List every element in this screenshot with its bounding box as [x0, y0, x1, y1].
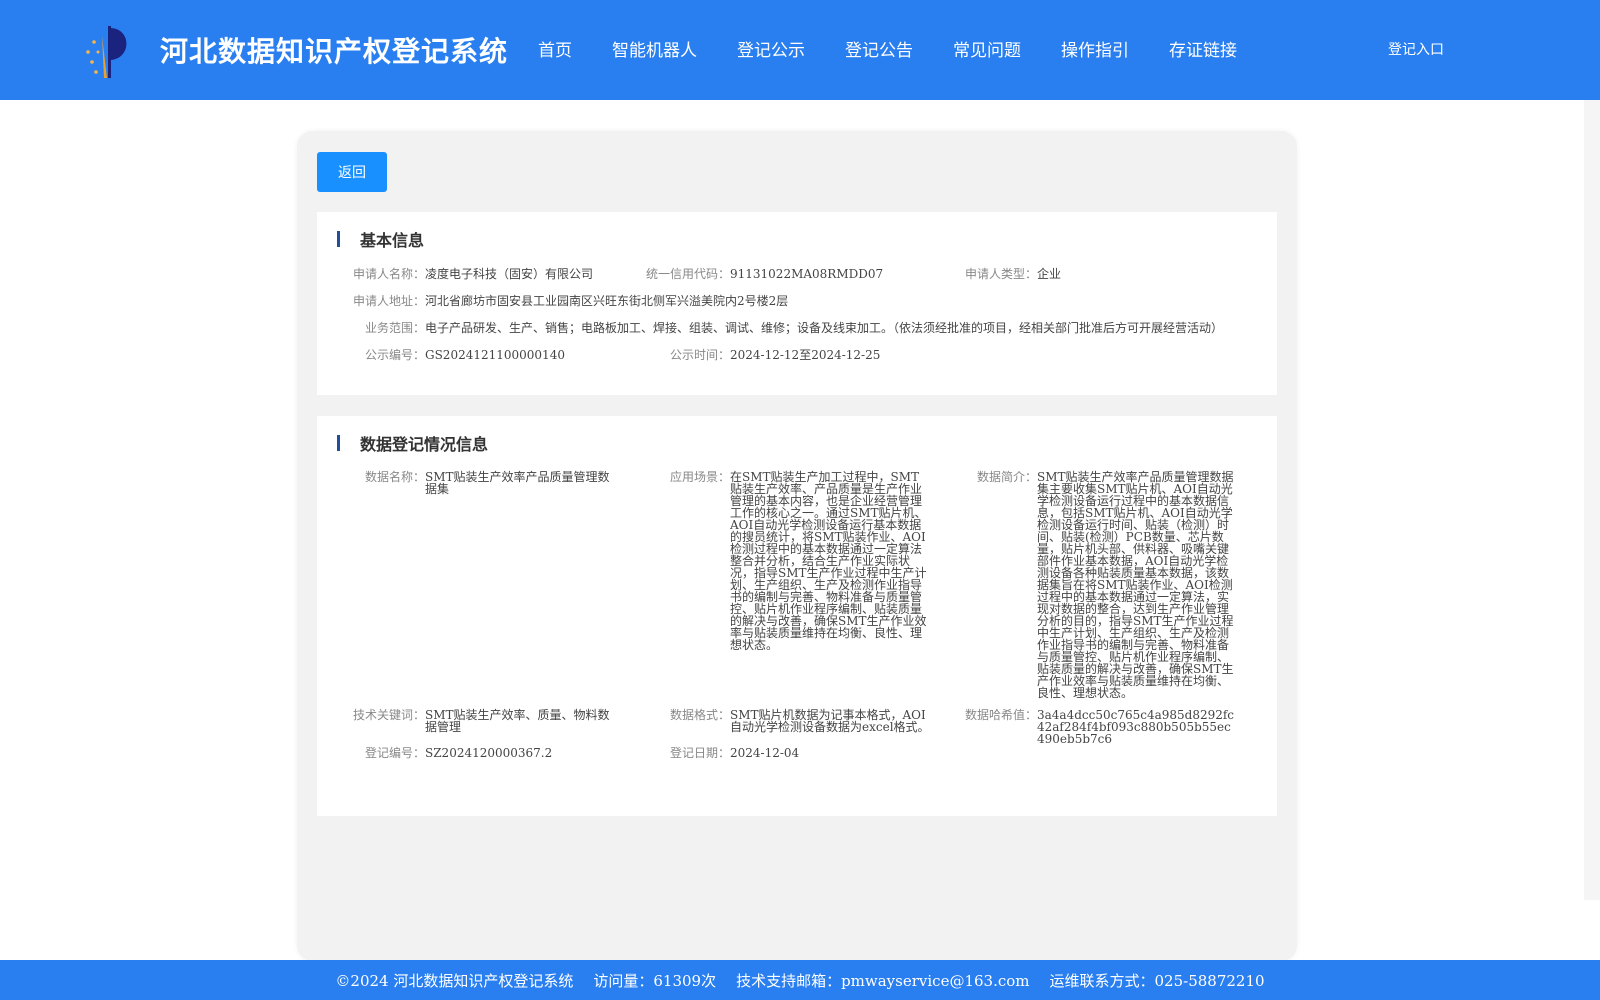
- site-title: 河北数据知识产权登记系统: [160, 35, 509, 68]
- business-scope-label: 业务范围：: [364, 321, 425, 335]
- nav-home[interactable]: 首页: [538, 36, 572, 61]
- data-format-label: 数据格式：: [669, 708, 730, 722]
- nav-robot[interactable]: 智能机器人: [612, 36, 697, 61]
- publicity-time-value: 2024-12-12至2024-12-25: [730, 348, 881, 362]
- title-accent-bar: [337, 435, 340, 451]
- registration-date-value: 2024-12-04: [730, 746, 800, 760]
- address-label: 申请人地址：: [352, 294, 425, 308]
- data-intro-value: SMT贴装生产效率产品质量管理数据集主要收集SMT贴片机、AOI自动光学检测设备…: [1037, 470, 1234, 700]
- data-registration-card: 数据登记情况信息 数据名称： SMT贴装生产效率产品质量管理数据集 应用场景： …: [317, 416, 1277, 816]
- basic-info-card: 基本信息 申请人名称： 凌度电子科技（固安）有限公司 统一信用代码： 91131…: [317, 212, 1277, 395]
- data-registration-header: 数据登记情况信息: [337, 434, 489, 454]
- credit-code-value: 91131022MA08RMDD07: [730, 267, 884, 281]
- nav-evidence-link[interactable]: 存证链接: [1169, 36, 1237, 61]
- data-name-value: SMT贴装生产效率产品质量管理数据集: [425, 470, 610, 496]
- footer-phone: 运维联系方式：025-58872210: [1049, 971, 1265, 990]
- applicant-name-value: 凌度电子科技（固安）有限公司: [425, 267, 594, 281]
- title-accent-bar: [337, 231, 340, 247]
- business-scope-value: 电子产品研发、生产、销售；电路板加工、焊接、组装、调试、维修；设备及线束加工。（…: [425, 321, 1224, 335]
- nav-publicity[interactable]: 登记公示: [737, 36, 805, 61]
- login-link[interactable]: 登记入口: [1388, 39, 1444, 59]
- data-hash-label: 数据哈希值：: [964, 708, 1037, 722]
- page-footer: ©2024 河北数据知识产权登记系统 访问量：61309次 技术支持邮箱：pmw…: [0, 960, 1600, 1000]
- torch-stars-logo-icon[interactable]: [80, 22, 136, 80]
- basic-info-header: 基本信息: [337, 230, 425, 250]
- data-registration-title: 数据登记情况信息: [360, 435, 489, 454]
- page-scrollbar[interactable]: [1584, 100, 1600, 900]
- top-header: 河北数据知识产权登记系统 首页 智能机器人 登记公示 登记公告 常见问题 操作指…: [0, 0, 1600, 100]
- applicant-type-label: 申请人类型：: [964, 267, 1037, 281]
- application-scene-label: 应用场景：: [669, 470, 730, 484]
- nav-guide[interactable]: 操作指引: [1061, 36, 1129, 61]
- tech-keywords-value: SMT贴装生产效率、质量、物料数据管理: [425, 708, 610, 734]
- main-nav: 首页 智能机器人 登记公示 登记公告 常见问题 操作指引 存证链接: [538, 36, 1277, 61]
- footer-email: 技术支持邮箱：pmwayservice@163.com: [736, 971, 1030, 990]
- publicity-number-label: 公示编号：: [364, 348, 425, 362]
- registration-number-value: SZ2024120000367.2: [425, 746, 553, 760]
- applicant-name-label: 申请人名称：: [352, 267, 425, 281]
- basic-info-title: 基本信息: [360, 231, 425, 250]
- address-value: 河北省廊坊市固安县工业园南区兴旺东街北侧军兴溢美院内2号楼2层: [425, 294, 789, 308]
- data-name-label: 数据名称：: [364, 470, 425, 484]
- footer-copyright: ©2024 河北数据知识产权登记系统: [335, 971, 574, 990]
- credit-code-label: 统一信用代码：: [645, 267, 730, 281]
- data-format-value: SMT贴片机数据为记事本格式，AOI自动光学检测设备数据为excel格式。: [730, 708, 930, 734]
- back-button[interactable]: 返回: [317, 152, 387, 192]
- registration-date-label: 登记日期：: [669, 746, 730, 760]
- registration-number-label: 登记编号：: [364, 746, 425, 760]
- tech-keywords-label: 技术关键词：: [352, 708, 425, 722]
- detail-panel: 返回 基本信息 申请人名称： 凌度电子科技（固安）有限公司 统一信用代码： 91…: [297, 131, 1297, 961]
- data-intro-label: 数据简介：: [976, 470, 1037, 484]
- publicity-number-value: GS2024121100000140: [425, 348, 565, 362]
- application-scene-value: 在SMT贴装生产加工过程中，SMT贴装生产效率、产品质量是生产作业管理的基本内容…: [730, 470, 927, 652]
- nav-announcement[interactable]: 登记公告: [845, 36, 913, 61]
- data-hash-value: 3a4a4dcc50c765c4a985d8292fc42af284f4bf09…: [1037, 708, 1235, 746]
- publicity-time-label: 公示时间：: [669, 348, 730, 362]
- footer-visits: 访问量：61309次: [593, 971, 717, 990]
- nav-faq[interactable]: 常见问题: [953, 36, 1021, 61]
- applicant-type-value: 企业: [1037, 267, 1062, 281]
